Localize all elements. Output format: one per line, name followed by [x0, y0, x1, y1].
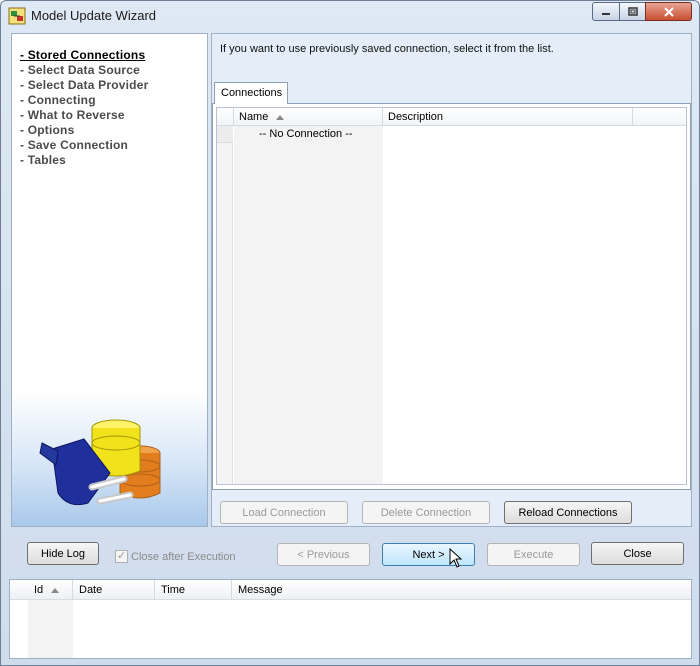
- execute-button[interactable]: Execute: [487, 543, 580, 566]
- reload-connections-button[interactable]: Reload Connections: [504, 501, 632, 524]
- minimize-icon: [602, 12, 610, 15]
- app-icon: [8, 7, 26, 25]
- connections-grid: Name Description -- No Connection --: [216, 107, 687, 485]
- tab-connections[interactable]: Connections: [214, 82, 288, 104]
- steps-panel: - Stored Connections - Select Data Sourc…: [11, 33, 208, 527]
- grid-header-gutter: [217, 108, 234, 126]
- minimize-button[interactable]: [592, 2, 620, 21]
- load-connection-button[interactable]: Load Connection: [220, 501, 348, 524]
- step-stored-connections[interactable]: - Stored Connections: [20, 48, 148, 63]
- log-column-date[interactable]: Date: [73, 580, 155, 600]
- log-column-time[interactable]: Time: [155, 580, 232, 600]
- step-select-data-provider[interactable]: - Select Data Provider: [20, 78, 148, 93]
- log-panel: Id Date Time Message: [9, 579, 692, 659]
- previous-button[interactable]: < Previous: [277, 543, 370, 566]
- step-save-connection[interactable]: - Save Connection: [20, 138, 148, 153]
- name-column-background: [234, 126, 383, 484]
- main-panel: If you want to use previously saved conn…: [211, 33, 692, 527]
- sort-ascending-icon: [51, 587, 60, 593]
- instruction-text: If you want to use previously saved conn…: [220, 43, 554, 55]
- column-header-description[interactable]: Description: [383, 108, 633, 126]
- log-column-id-label: Id: [34, 584, 44, 596]
- wizard-window: Model Update Wizard - Stored Connections…: [0, 0, 700, 666]
- close-after-execution-checkbox[interactable]: [115, 549, 128, 563]
- log-column-message[interactable]: Message: [232, 580, 432, 600]
- sort-ascending-icon: [276, 114, 285, 120]
- connection-name-cell: -- No Connection --: [259, 128, 353, 140]
- database-plug-icon: [39, 419, 161, 506]
- title-bar: Model Update Wizard: [1, 1, 699, 31]
- steps-list: - Stored Connections - Select Data Sourc…: [20, 48, 148, 168]
- hide-log-button[interactable]: Hide Log: [27, 542, 99, 565]
- log-column-id[interactable]: Id: [28, 580, 73, 600]
- step-tables[interactable]: - Tables: [20, 153, 148, 168]
- connections-tab-body: Name Description -- No Connection --: [212, 103, 691, 490]
- grid-header: Name Description: [217, 108, 686, 126]
- step-options[interactable]: - Options: [20, 123, 148, 138]
- close-after-execution-label: Close after Execution: [131, 550, 236, 563]
- column-header-name-label: Name: [239, 111, 269, 123]
- column-header-name[interactable]: Name: [234, 108, 383, 126]
- wizard-illustration: [12, 391, 207, 526]
- mouse-cursor-icon: [449, 548, 463, 568]
- row-selector[interactable]: [217, 126, 233, 143]
- log-id-column-background: [28, 600, 73, 658]
- close-window-button[interactable]: [645, 2, 692, 21]
- row-selector-gutter: [217, 126, 233, 484]
- log-header: Id Date Time Message: [10, 580, 691, 600]
- delete-connection-button[interactable]: Delete Connection: [362, 501, 490, 524]
- step-select-data-source[interactable]: - Select Data Source: [20, 63, 148, 78]
- maximize-button[interactable]: [619, 2, 646, 21]
- step-connecting[interactable]: - Connecting: [20, 93, 148, 108]
- step-what-to-reverse[interactable]: - What to Reverse: [20, 108, 148, 123]
- action-bar: Hide Log Close after Execution < Previou…: [11, 530, 692, 575]
- close-icon: [663, 6, 674, 17]
- table-row[interactable]: -- No Connection --: [217, 126, 686, 144]
- maximize-icon: [627, 7, 638, 16]
- close-button[interactable]: Close: [591, 542, 684, 565]
- close-after-execution-option[interactable]: Close after Execution: [115, 549, 236, 563]
- window-title: Model Update Wizard: [31, 8, 156, 23]
